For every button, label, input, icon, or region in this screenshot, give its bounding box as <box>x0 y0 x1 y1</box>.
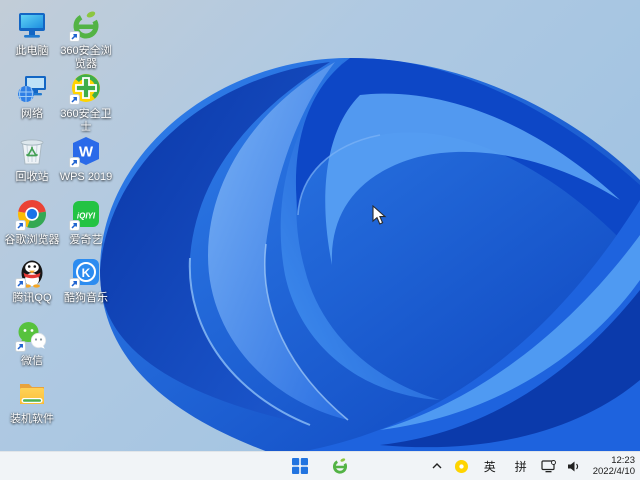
kugou-music-icon: K <box>69 255 103 289</box>
clock-date: 2022/4/10 <box>592 466 635 477</box>
desktop-icon-network[interactable]: 网络 <box>4 71 60 121</box>
360-browser-icon <box>69 8 103 42</box>
svg-text:W: W <box>79 144 94 161</box>
speaker-icon <box>567 461 578 471</box>
hidden-icons-button[interactable] <box>429 455 445 477</box>
tencent-qq-icon <box>15 255 49 289</box>
wps-2019-icon: W <box>69 134 103 168</box>
this-pc-icon <box>15 8 49 42</box>
network-icon <box>541 459 557 472</box>
desktop-icon-qq[interactable]: 腾讯QQ <box>4 255 60 305</box>
desktop-icon-iqiyi[interactable]: iQIYI 爱奇艺 <box>58 197 114 247</box>
desktop-icon-label: 微信 <box>21 355 43 367</box>
iqiyi-icon: iQIYI <box>69 197 103 231</box>
ime-mode-indicator[interactable]: 拼 <box>510 455 532 477</box>
taskbar: 英 拼 12:23 2022/4/10 <box>0 451 640 480</box>
desktop-icon-label: 酷狗音乐 <box>64 292 108 304</box>
language-indicator[interactable]: 英 <box>479 455 501 477</box>
desktop-icon-wechat[interactable]: 微信 <box>4 318 60 368</box>
taskbar-360-browser-button[interactable] <box>328 454 352 478</box>
desktop-icon-chrome[interactable]: 谷歌浏览器 <box>4 197 60 247</box>
desktop-icon-label: 360安全浏览器 <box>60 45 112 70</box>
recycle-bin-icon <box>15 134 49 168</box>
desktop-icon-software-folder[interactable]: 装机软件 <box>4 376 60 426</box>
360-safety-guard-icon <box>69 71 103 105</box>
desktop-icon-label: 爱奇艺 <box>69 234 103 246</box>
desktop-icon-360-guard[interactable]: 360安全卫士 <box>58 71 114 134</box>
start-button[interactable] <box>288 454 312 478</box>
desktop-icon-label: 回收站 <box>15 171 49 183</box>
clock[interactable]: 12:23 2022/4/10 <box>591 455 635 477</box>
network-icon <box>15 71 49 105</box>
desktop-icon-label: 腾讯QQ <box>12 292 52 304</box>
desktop-icon-360-browser[interactable]: 360安全浏览器 <box>58 8 114 71</box>
360-tray-icon <box>455 459 469 473</box>
volume-status[interactable] <box>566 455 582 477</box>
desktop-icon-label: WPS 2019 <box>59 171 113 183</box>
tray-360-guard[interactable] <box>454 455 470 477</box>
desktop[interactable]: 此电脑 360安全浏览器 网络 360安全卫士 回收站 W WPS 2019 谷… <box>0 0 640 480</box>
windows-start-icon <box>292 458 308 474</box>
clock-time: 12:23 <box>611 455 635 466</box>
desktop-icon-label: 装机软件 <box>10 413 54 425</box>
desktop-icon-wps[interactable]: W WPS 2019 <box>58 134 114 184</box>
svg-text:K: K <box>82 266 91 280</box>
folder-icon <box>15 376 49 410</box>
360-browser-icon <box>332 458 348 474</box>
desktop-icon-label: 网络 <box>21 108 43 120</box>
desktop-icon-kugou[interactable]: K 酷狗音乐 <box>58 255 114 305</box>
desktop-icon-label: 此电脑 <box>15 45 49 57</box>
chrome-icon <box>15 197 49 231</box>
chevron-up-icon <box>432 463 442 469</box>
desktop-icon-this-pc[interactable]: 此电脑 <box>4 8 60 58</box>
wechat-icon <box>15 318 49 352</box>
desktop-icon-label: 谷歌浏览器 <box>4 234 60 246</box>
desktop-icon-recycle-bin[interactable]: 回收站 <box>4 134 60 184</box>
network-status[interactable] <box>541 455 557 477</box>
desktop-icon-label: 360安全卫士 <box>60 108 112 133</box>
system-tray: 英 拼 12:23 2022/4/10 <box>429 452 638 480</box>
